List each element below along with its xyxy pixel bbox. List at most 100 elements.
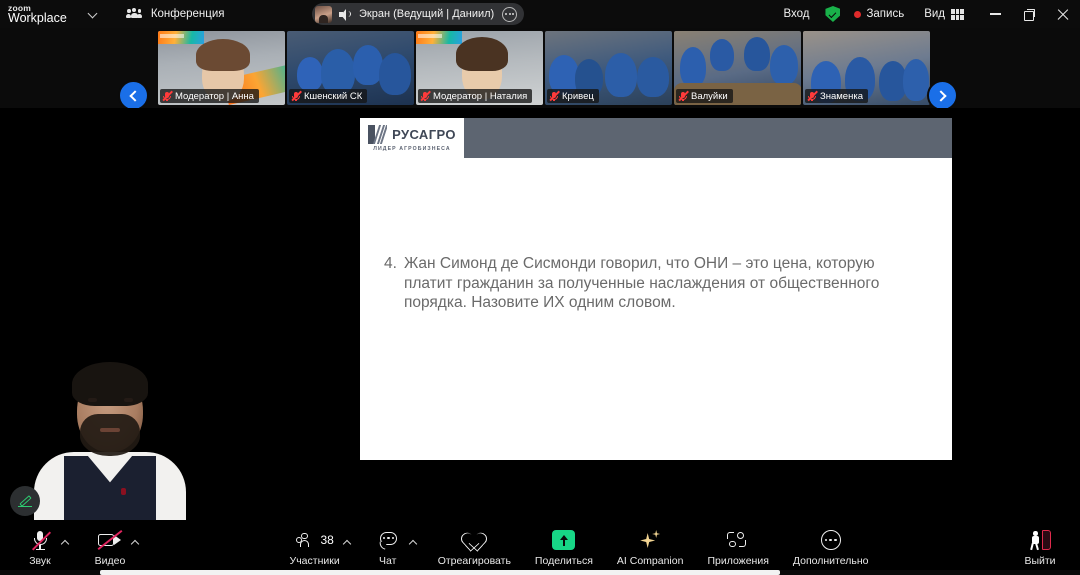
participant-name: Кривец [562, 90, 594, 102]
participant-filmstrip: Модератор | Анна Кшенский СК Модератор |… [0, 28, 1080, 111]
muted-camera-icon [97, 529, 123, 552]
ai-companion-label: AI Companion [616, 554, 684, 567]
participant-name: Модератор | Наталия [433, 90, 528, 102]
thumbnail-nameplate: Кривец [547, 89, 599, 103]
filmstrip-next-button[interactable] [927, 80, 958, 111]
pencil-annotate-icon [17, 494, 33, 509]
recording-dot-icon [854, 10, 862, 18]
speaker-mouth [100, 428, 120, 432]
sparkle-icon [639, 529, 661, 552]
apps-button[interactable]: Приложения [703, 529, 772, 567]
speaker-beard [80, 414, 140, 456]
person-silhouette [297, 57, 323, 91]
people-icon [126, 7, 143, 21]
slide-header-bar [464, 118, 952, 158]
event-ribbon-icon [416, 31, 462, 44]
participant-thumbnail[interactable]: Модератор | Анна [158, 31, 285, 105]
chat-button[interactable]: Чат [366, 529, 410, 567]
brand-line-2: Workplace [8, 10, 67, 25]
close-icon [1057, 8, 1069, 20]
chat-label: Чат [378, 554, 397, 567]
recording-label: Запись [866, 8, 905, 20]
muted-mic-icon [420, 90, 431, 102]
share-screen-icon [552, 529, 576, 552]
audio-options-chevron-up-icon[interactable] [62, 538, 70, 546]
chevron-right-icon [935, 89, 947, 102]
participants-options-chevron-up-icon[interactable] [344, 538, 352, 546]
person-silhouette [680, 47, 706, 87]
thumbnail-nameplate: Модератор | Анна [160, 89, 259, 103]
shared-screen-slide[interactable]: РУСАГРО ЛИДЕР АГРОБИЗНЕСА 4. Жан Симонд … [360, 118, 952, 460]
video-button[interactable]: Видео [88, 529, 132, 567]
more-label: Дополнительно [792, 554, 869, 567]
maximize-button[interactable] [1012, 0, 1046, 28]
person-silhouette [744, 37, 770, 71]
audio-label: Звук [29, 554, 51, 567]
presenter-avatar [315, 5, 332, 23]
participant-thumbnail[interactable]: Кшенский СК [287, 31, 414, 105]
leave-meeting-button[interactable]: Выйти [1018, 529, 1062, 567]
chat-options-chevron-up-icon[interactable] [410, 538, 418, 546]
screen-share-label: Экран (Ведущий | Даниил) [359, 8, 495, 20]
slide-body: 4. Жан Симонд де Сисмонди говорил, что О… [360, 158, 952, 460]
person-silhouette [710, 39, 734, 71]
participants-button[interactable]: 38 Участники [286, 529, 344, 567]
minimize-button[interactable] [978, 0, 1012, 28]
share-label: Поделиться [534, 554, 593, 567]
scrollbar-thumb[interactable] [100, 570, 780, 575]
participant-thumbnail[interactable]: Модератор | Наталия [416, 31, 543, 105]
window-buttons [978, 0, 1080, 28]
participants-label: Участники [289, 554, 340, 567]
maximize-icon [1024, 9, 1035, 21]
ai-companion-button[interactable]: AI Companion [613, 529, 688, 567]
muted-mic-icon [291, 90, 302, 102]
more-button[interactable]: Дополнительно [789, 529, 873, 567]
view-button[interactable]: Вид [924, 8, 964, 20]
close-button[interactable] [1046, 0, 1080, 28]
annotate-button[interactable] [10, 486, 40, 516]
login-button[interactable]: Вход [783, 8, 809, 20]
apps-label: Приложения [707, 554, 769, 567]
person-hair [456, 37, 508, 71]
audio-button[interactable]: Звук [18, 529, 62, 567]
meeting-stage: РУСАГРО ЛИДЕР АГРОБИЗНЕСА 4. Жан Симонд … [0, 108, 1080, 520]
more-dots-icon [820, 529, 841, 552]
encryption-shield-icon[interactable] [825, 6, 841, 22]
rusagro-name: РУСАГРО [392, 126, 456, 142]
participant-thumbnail[interactable]: Знаменка [803, 31, 930, 105]
active-speaker-video[interactable] [0, 360, 360, 520]
rusagro-mark-icon [368, 124, 388, 144]
muted-mic-icon [807, 90, 818, 102]
horizontal-scrollbar[interactable] [0, 570, 1080, 575]
leave-label: Выйти [1024, 554, 1056, 567]
speaker-hair [72, 362, 148, 406]
screen-share-indicator[interactable]: Экран (Ведущий | Даниил) [312, 3, 525, 25]
meeting-toolbar: Звук Видео 38 Участники Чат Отреагироват… [0, 520, 1080, 575]
participant-name: Знаменка [820, 90, 863, 102]
participant-thumbnail[interactable]: Кривец [545, 31, 672, 105]
question-text: Жан Симонд де Сисмонди говорил, что ОНИ … [403, 255, 880, 312]
thumbnail-nameplate: Модератор | Наталия [418, 89, 533, 103]
video-options-chevron-up-icon[interactable] [132, 538, 140, 546]
react-button[interactable]: Отреагировать [434, 529, 515, 567]
grid-view-icon [951, 8, 964, 20]
thumbnail-list: Модератор | Анна Кшенский СК Модератор |… [158, 31, 930, 105]
login-label: Вход [783, 8, 810, 20]
chat-bubble-icon [378, 529, 398, 552]
more-options-icon[interactable] [502, 6, 518, 22]
participant-thumbnail[interactable]: Валуйки [674, 31, 801, 105]
share-screen-button[interactable]: Поделиться [531, 529, 597, 567]
chevron-down-icon[interactable] [89, 9, 99, 19]
person-silhouette [379, 53, 411, 95]
chevron-left-icon [129, 89, 141, 102]
person-silhouette [605, 53, 637, 97]
participants-icon [295, 532, 315, 548]
question-number: 4. [384, 255, 397, 272]
participants-count: 38 [320, 533, 334, 547]
participant-name: Кшенский СК [304, 90, 363, 102]
participant-name: Модератор | Анна [175, 90, 254, 102]
recording-indicator[interactable]: Запись [854, 8, 904, 20]
filmstrip-prev-button[interactable] [118, 80, 149, 111]
person-silhouette [903, 59, 929, 101]
conference-tab[interactable]: Конференция [126, 7, 225, 21]
